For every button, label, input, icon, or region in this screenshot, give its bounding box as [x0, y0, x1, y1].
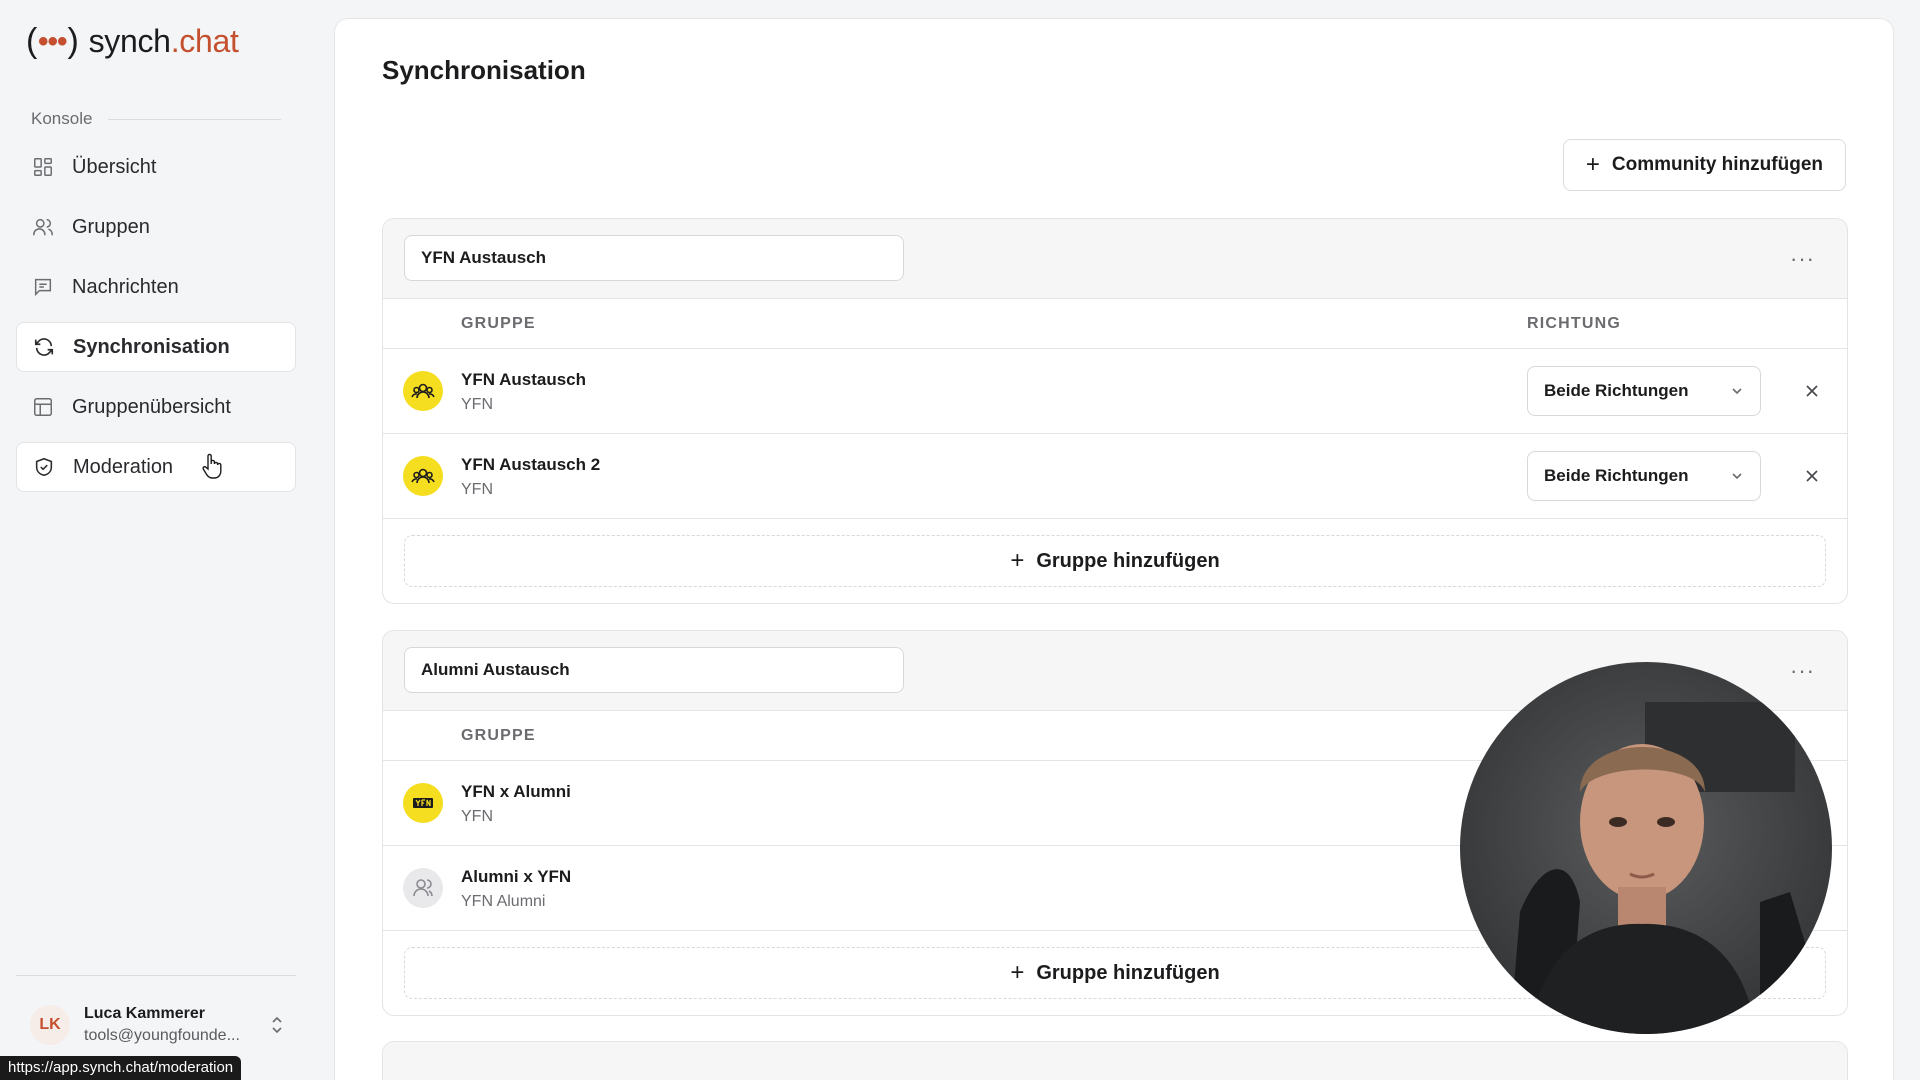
plus-icon: + [1010, 547, 1025, 574]
direction-select[interactable]: Beide Richtungen [1527, 366, 1761, 416]
user-name: Luca Kammerer [84, 1005, 205, 1022]
column-header-richtung: RICHTUNG [1527, 315, 1622, 332]
direction-value: Beide Richtungen [1544, 466, 1689, 485]
group-name: Alumni x YFN [461, 867, 572, 886]
avatar: LK [30, 1005, 70, 1045]
sidebar-item-label: Nachrichten [72, 275, 179, 298]
sidebar-item-gruppenuebersicht[interactable]: Gruppenübersicht [16, 382, 296, 432]
add-group-row: + Gruppe hinzufügen [383, 519, 1847, 603]
add-group-button[interactable]: + Gruppe hinzufügen [404, 535, 1826, 587]
table-row: YFN Austausch 2 YFN Beide Richtungen [383, 434, 1847, 519]
page-title: Synchronisation [382, 55, 586, 85]
card-header: YFN Austausch ··· [383, 219, 1847, 299]
add-group-label: Gruppe hinzufügen [1036, 549, 1220, 572]
logo-word: synch.chat [89, 23, 239, 60]
community-card: YFN Austausch ··· GRUPPE RICHTUNG YFN Au… [382, 218, 1848, 604]
close-icon[interactable] [1802, 466, 1822, 486]
logo-name: synch [88, 23, 171, 59]
sidebar-item-gruppen[interactable]: Gruppen [16, 202, 296, 252]
sidebar-item-synchronisation[interactable]: Synchronisation [16, 322, 296, 372]
message-icon [32, 276, 54, 298]
sidebar-item-nachrichten[interactable]: Nachrichten [16, 262, 296, 312]
sidebar-item-uebersicht[interactable]: Übersicht [16, 142, 296, 192]
status-bar-url: https://app.synch.chat/moderation [0, 1056, 242, 1080]
group-avatar-icon [403, 456, 443, 496]
sidebar-nav: Übersicht Gruppen Nachrichten Synchronis… [16, 142, 296, 502]
sidebar-item-label: Gruppenübersicht [72, 395, 231, 418]
section-label-konsole: Konsole [31, 109, 281, 129]
group-avatar-icon [403, 371, 443, 411]
add-community-button[interactable]: + Community hinzufügen [1562, 139, 1846, 191]
sidebar: ( ••• ) synch.chat Konsole Übersicht Gru… [0, 0, 320, 1080]
more-options-icon[interactable]: ··· [1790, 658, 1815, 684]
sidebar-item-label: Synchronisation [73, 335, 230, 358]
table-icon [32, 396, 54, 418]
hand-cursor-icon [202, 453, 222, 479]
community-name-input[interactable]: YFN Austausch [404, 235, 904, 281]
direction-select[interactable]: Beide Richtungen [1527, 451, 1761, 501]
table-header: GRUPPE RICHTUNG [383, 299, 1847, 349]
section-label-text: Konsole [31, 109, 93, 128]
community-name-input[interactable]: Alumni Austausch [404, 647, 904, 693]
sidebar-item-label: Moderation [73, 455, 174, 478]
group-community: YFN [461, 396, 493, 413]
group-community: YFN Alumni [461, 893, 546, 910]
more-options-icon[interactable]: ··· [1790, 246, 1815, 272]
user-separator [16, 975, 296, 976]
user-email: tools@youngfounde... [84, 1027, 240, 1044]
plus-icon: + [1010, 959, 1025, 986]
shield-icon [33, 456, 55, 478]
group-community: YFN [461, 481, 493, 498]
close-icon[interactable] [1802, 381, 1822, 401]
yfn-logo-avatar [403, 783, 443, 823]
add-group-label: Gruppe hinzufügen [1036, 961, 1220, 984]
webcam-overlay [1460, 662, 1832, 1034]
chevron-up-down-icon [272, 1016, 282, 1034]
add-community-label: Community hinzufügen [1611, 154, 1823, 175]
plus-icon: + [1585, 151, 1600, 178]
column-header-gruppe: GRUPPE [461, 727, 536, 744]
chevron-down-icon [1732, 388, 1742, 395]
sync-icon [33, 336, 55, 358]
direction-value: Beide Richtungen [1544, 381, 1689, 400]
sidebar-item-moderation[interactable]: Moderation [16, 442, 296, 492]
sidebar-item-label: Übersicht [72, 155, 157, 178]
sidebar-item-label: Gruppen [72, 215, 150, 238]
community-card [382, 1041, 1848, 1080]
user-info: Luca Kammerer tools@youngfounde... [84, 1005, 269, 1045]
logo-tld: .chat [170, 23, 239, 59]
users-icon [32, 216, 54, 238]
card-header [383, 1042, 1847, 1080]
user-menu[interactable]: LK Luca Kammerer tools@youngfounde... [30, 1005, 285, 1045]
logo[interactable]: ( ••• ) synch.chat [26, 22, 239, 61]
user-avatar-icon [403, 868, 443, 908]
table-row: YFN Austausch YFN Beide Richtungen [383, 349, 1847, 434]
group-community: YFN [461, 808, 493, 825]
grid-icon [32, 156, 54, 178]
group-name: YFN Austausch 2 [461, 455, 601, 474]
presenter-video [1510, 702, 1832, 1034]
chevron-down-icon [1732, 473, 1742, 480]
logo-dots: ••• [38, 24, 67, 58]
logo-paren-open: ( [26, 22, 38, 60]
group-name: YFN Austausch [461, 370, 587, 389]
group-name: YFN x Alumni [461, 782, 571, 801]
column-header-gruppe: GRUPPE [461, 315, 536, 332]
logo-paren-close: ) [67, 22, 79, 60]
